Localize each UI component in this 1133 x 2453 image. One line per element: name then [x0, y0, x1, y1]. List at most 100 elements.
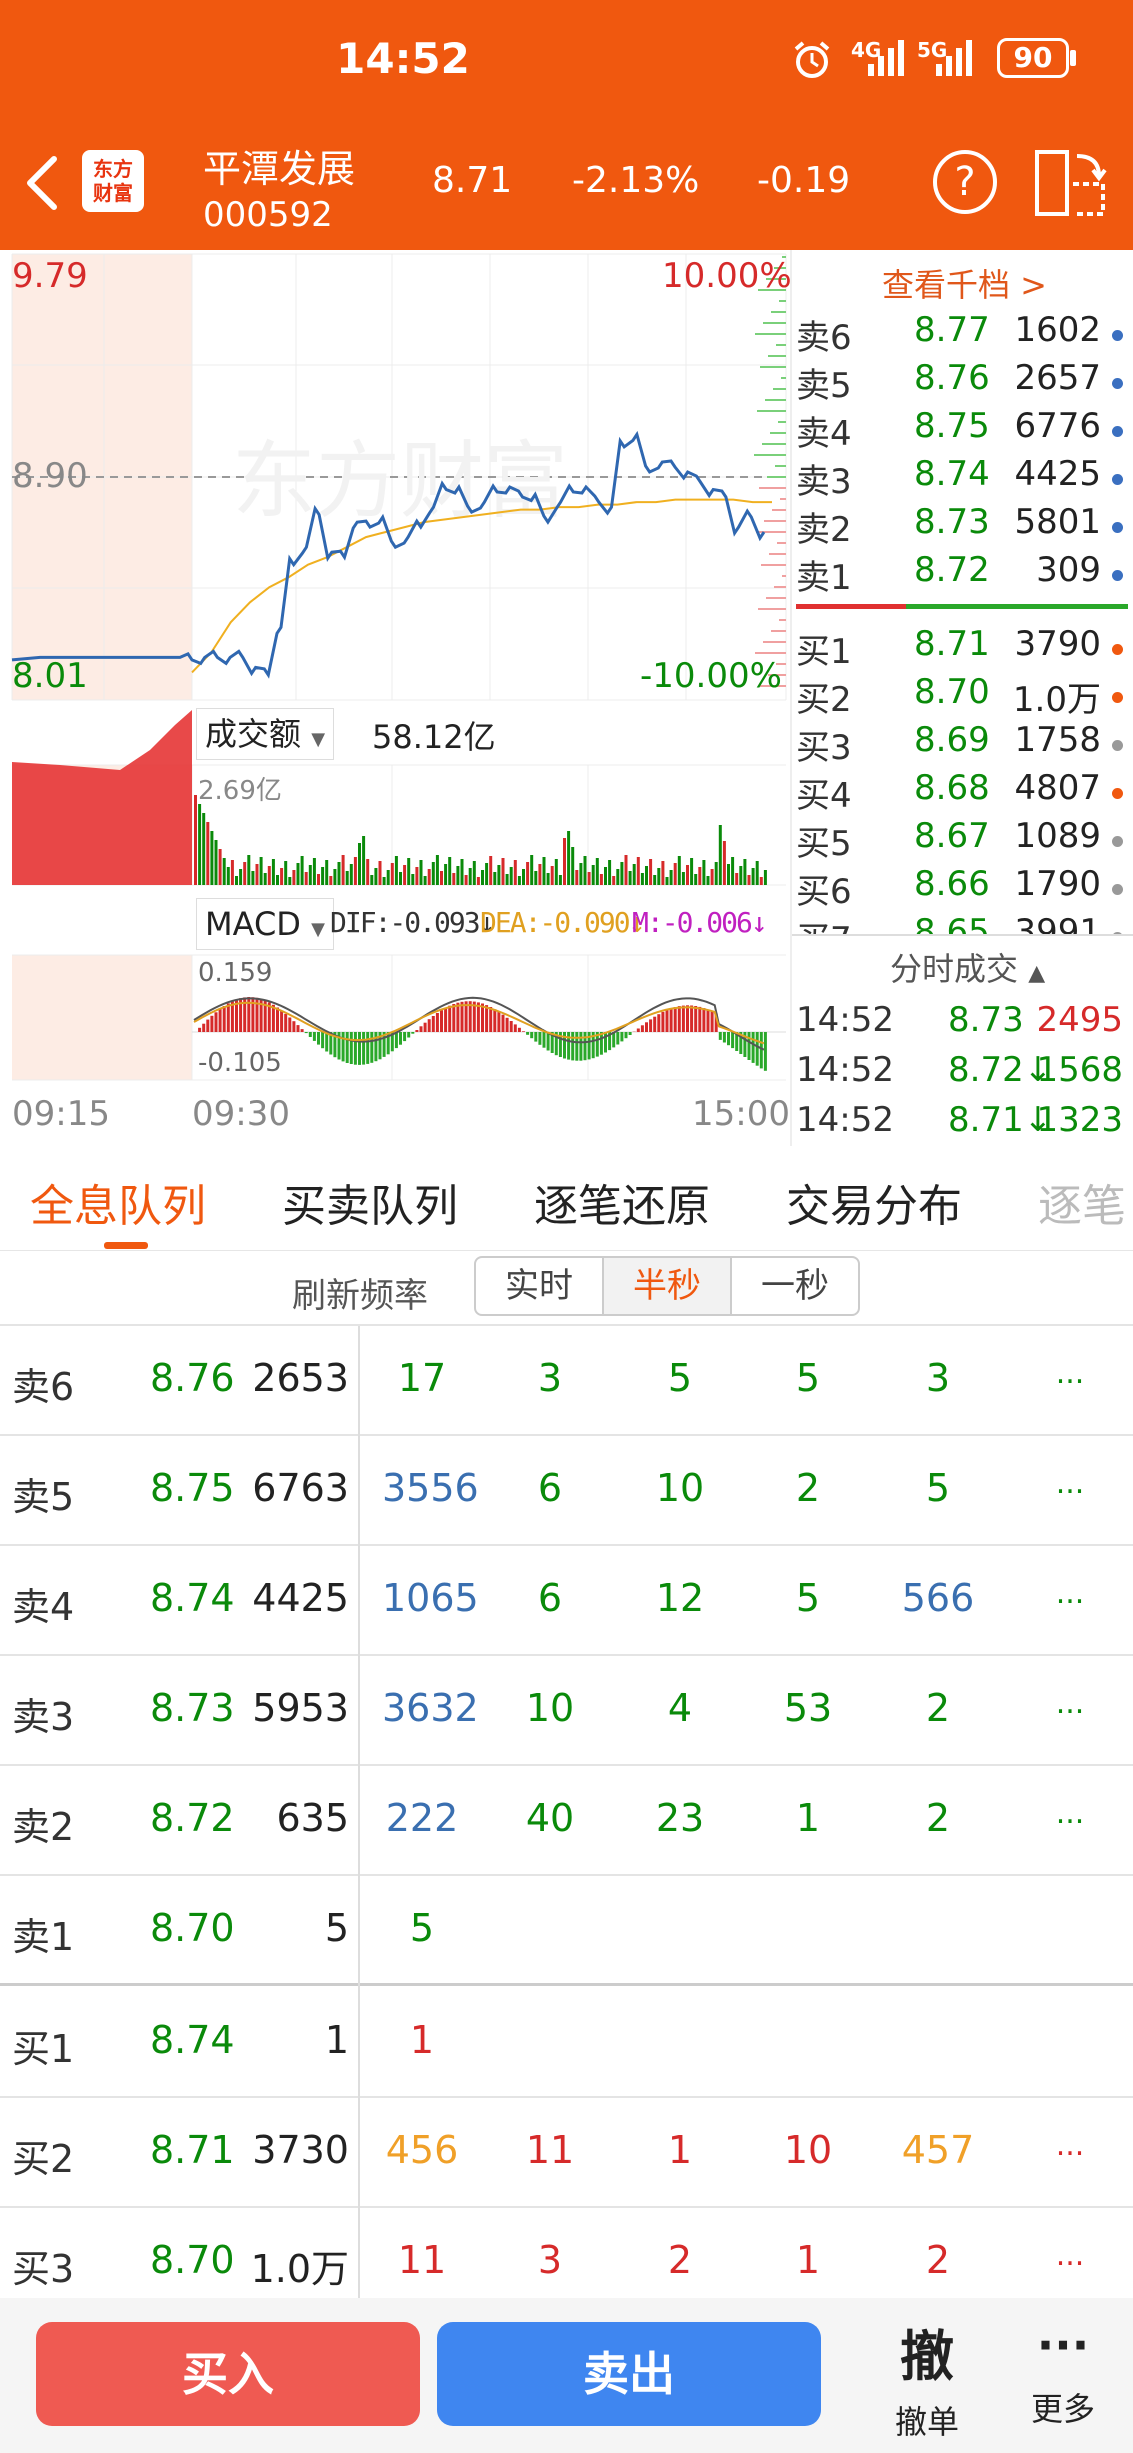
volume-bar [727, 864, 730, 885]
volume-bar [608, 860, 612, 885]
refresh-one-second[interactable]: 一秒 [730, 1256, 860, 1316]
help-button[interactable]: ? [933, 150, 997, 214]
volume-bar [263, 873, 267, 885]
volume-bar [341, 855, 345, 885]
queue-order-size: 2 [667, 2238, 693, 2282]
bid-ask-ratio-red [796, 604, 906, 609]
sell-button[interactable]: 卖出 [437, 2322, 821, 2426]
macd-bar [677, 1006, 681, 1032]
queue-row[interactable]: 卖3 8.73 5953 3632 10 4 53 2... [0, 1656, 1133, 1766]
volume-bar [423, 876, 427, 885]
macd-bar [763, 1032, 767, 1071]
bid-dot-icon [1112, 884, 1123, 895]
bid-level: 买2 [796, 680, 852, 720]
volume-bar [267, 866, 271, 885]
queue-volume: 3730 [252, 2128, 349, 2172]
tab-full-queue[interactable]: 全息队列 [30, 1170, 206, 1234]
queue-more-icon[interactable]: ... [1040, 1356, 1100, 1391]
volume-bar [394, 856, 398, 885]
volume-bar [403, 865, 407, 885]
intraday-chart[interactable]: 东方财富 [0, 250, 790, 1150]
volume-type-dropdown[interactable]: 成交额 ▼ [196, 708, 335, 760]
volume-bar [194, 795, 197, 885]
macd-bar [505, 1017, 509, 1032]
bid-row[interactable]: 买5 8.67 1089 [796, 816, 1133, 864]
refresh-realtime[interactable]: 实时 [474, 1256, 604, 1316]
depth-bar [764, 520, 786, 522]
tab-order-queue[interactable]: 买卖队列 [282, 1170, 458, 1234]
volume-bar [210, 831, 214, 885]
queue-row[interactable]: 卖5 8.75 6763 3556 6 10 2 5... [0, 1436, 1133, 1546]
indicator-dropdown[interactable]: MACD ▼ [196, 898, 334, 950]
queue-row[interactable]: 买2 8.71 3730 456 11 1 10 457... [0, 2098, 1133, 2208]
buy-button[interactable]: 买入 [36, 2322, 420, 2426]
bid-row[interactable]: 买1 8.71 3790 [796, 624, 1133, 672]
bid-row[interactable]: 买2 8.70 1.0万 [796, 672, 1133, 720]
cancel-order-button[interactable]: 撤 撤单 [870, 2312, 984, 2443]
macd-m-value: M:-0.006↓ [632, 906, 768, 939]
bid-row[interactable]: 买6 8.66 1790 [796, 864, 1133, 912]
volume-bar [739, 866, 743, 885]
volume-bar [661, 861, 665, 885]
macd-bar [452, 1004, 456, 1032]
bid-row[interactable]: 买3 8.69 1758 [796, 720, 1133, 768]
queue-more-icon[interactable]: ... [1040, 1686, 1100, 1721]
dea-text: DEA:-0.090 [480, 906, 631, 939]
ask-dot-icon [1112, 522, 1123, 533]
queue-order-size: 3 [537, 1356, 563, 1400]
macd-bar [317, 1032, 320, 1045]
back-arrow-icon[interactable] [22, 155, 62, 211]
bid-dot-icon [1112, 644, 1123, 655]
bid-dot-icon [1112, 692, 1123, 703]
depth-bar [780, 498, 786, 500]
queue-level: 卖1 [12, 1915, 75, 1959]
bid-row[interactable]: 买7 8.65 3991 [796, 912, 1133, 936]
tab-trade-distribution[interactable]: 交易分布 [786, 1170, 962, 1234]
refresh-half-second[interactable]: 半秒 [602, 1256, 732, 1316]
volume-bar [235, 876, 238, 885]
landscape-switch-icon[interactable] [1033, 148, 1109, 218]
tab-tick-more[interactable]: 逐笔 [1038, 1170, 1133, 1234]
queue-volume: 4425 [252, 1576, 349, 1620]
volume-bar [526, 862, 530, 885]
bid-volume: 4807 [1014, 768, 1101, 808]
volume-bar [616, 869, 620, 885]
queue-more-icon[interactable]: ... [1040, 1466, 1100, 1501]
price-mid-label: 8.90 [12, 456, 88, 496]
tick-row: 14:52 8.71↓ 1323 [796, 1100, 1133, 1148]
ask-row[interactable]: 卖3 8.74 4425 [796, 454, 1133, 502]
macd-bar [218, 1009, 222, 1032]
volume-bar [575, 870, 579, 885]
macd-bar [399, 1032, 402, 1045]
queue-row[interactable]: 卖1 8.70 5 5 [0, 1876, 1133, 1986]
volume-bar [296, 863, 300, 885]
queue-more-icon[interactable]: ... [1040, 1796, 1100, 1831]
ask-row[interactable]: 卖5 8.76 2657 [796, 358, 1133, 406]
view-full-depth-link[interactable]: 查看千档 > [796, 260, 1133, 306]
help-icon: ? [954, 159, 976, 205]
queue-more-icon[interactable]: ... [1040, 2238, 1100, 2273]
queue-order-size: 2 [925, 1686, 951, 1730]
volume-bar [694, 874, 698, 885]
tab-tick-replay[interactable]: 逐笔还原 [534, 1170, 710, 1234]
queue-row[interactable]: 卖2 8.72 635 222 40 23 1 2... [0, 1766, 1133, 1876]
volume-bar [304, 872, 308, 885]
queue-row[interactable]: 卖4 8.74 4425 1065 6 12 5 566... [0, 1546, 1133, 1656]
ask-row[interactable]: 卖1 8.72 309 [796, 550, 1133, 598]
queue-row[interactable]: 买1 8.74 1 1 [0, 1988, 1133, 2098]
volume-bar [259, 857, 263, 885]
ask-row[interactable]: 卖6 8.77 1602 [796, 310, 1133, 358]
macd-bar [325, 1032, 329, 1052]
ticks-title[interactable]: 分时成交 ▲ [890, 944, 1045, 990]
ask-row[interactable]: 卖2 8.73 5801 [796, 502, 1133, 550]
queue-more-icon[interactable]: ... [1040, 2128, 1100, 2163]
macd-bar [522, 1031, 525, 1032]
more-button[interactable]: ··· 更多 [1006, 2312, 1120, 2430]
bid-row[interactable]: 买4 8.68 4807 [796, 768, 1133, 816]
macd-bar [722, 1032, 726, 1043]
queue-row[interactable]: 卖6 8.76 2653 17 3 5 5 3... [0, 1326, 1133, 1436]
queue-more-icon[interactable]: ... [1040, 1576, 1100, 1611]
queue-order-size: 6 [537, 1576, 563, 1620]
ask-row[interactable]: 卖4 8.75 6776 [796, 406, 1133, 454]
depth-bar [772, 509, 786, 511]
